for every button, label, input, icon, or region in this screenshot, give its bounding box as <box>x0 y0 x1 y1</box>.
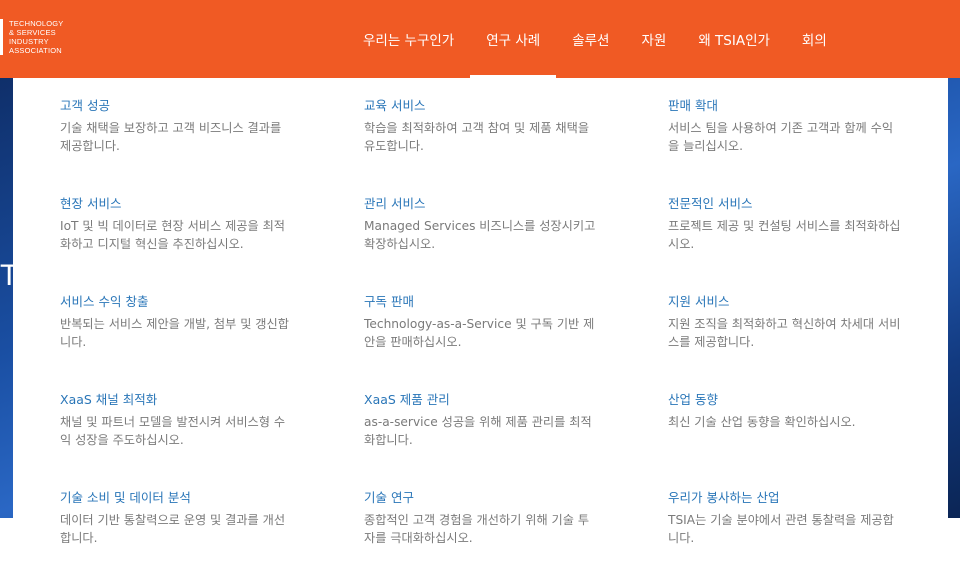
menu-item: 서비스 수익 창출 반복되는 서비스 제안을 개발, 첨부 및 갱신합니다. <box>60 293 296 391</box>
menu-item: 산업 동향 최신 기술 산업 동향을 확인하십시오. <box>668 391 904 489</box>
menu-item: 기술 소비 및 데이터 분석 데이터 기반 통찰력으로 운영 및 결과를 개선합… <box>60 489 296 580</box>
menu-item: 교육 서비스 학습을 최적화하여 고객 참여 및 제품 채택을 유도합니다. <box>364 97 600 195</box>
menu-item-description: 반복되는 서비스 제안을 개발, 첨부 및 갱신합니다. <box>60 317 289 349</box>
nav-item-who-we-are[interactable]: 우리는 누구인가 <box>347 0 470 78</box>
menu-item-link[interactable]: 기술 소비 및 데이터 분석 <box>60 489 296 507</box>
menu-item: XaaS 제품 관리 as-a-service 성공을 위해 제품 관리를 최적… <box>364 391 600 489</box>
menu-item-link[interactable]: 산업 동향 <box>668 391 904 409</box>
logo-line: ASSOCIATION <box>9 46 62 55</box>
menu-item-link[interactable]: 우리가 봉사하는 산업 <box>668 489 904 507</box>
logo-line: TECHNOLOGY <box>9 19 64 28</box>
menu-item-description: as-a-service 성공을 위해 제품 관리를 최적화합니다. <box>364 415 592 447</box>
menu-item-description: Technology-as-a-Service 및 구독 기반 제안을 판매하십… <box>364 317 595 349</box>
menu-item-description: 기술 채택을 보장하고 고객 비즈니스 결과를 제공합니다. <box>60 121 282 153</box>
menu-item-description: 종합적인 고객 경험을 개선하기 위해 기술 투자를 극대화하십시오. <box>364 513 590 545</box>
main-nav: 우리는 누구인가 연구 사례 솔루션 자원 왜 TSIA인가 회의 <box>347 0 843 78</box>
menu-item-description: 서비스 팀을 사용하여 기존 고객과 함께 수익을 늘리십시오. <box>668 121 894 153</box>
nav-item-conferences[interactable]: 회의 <box>786 0 843 78</box>
menu-item-description: IoT 및 빅 데이터로 현장 서비스 제공을 최적화하고 디지털 혁신을 추진… <box>60 219 286 251</box>
menu-item-link[interactable]: 현장 서비스 <box>60 195 296 213</box>
menu-item-description: 지원 조직을 최적화하고 혁신하여 차세대 서비스를 제공합니다. <box>668 317 901 349</box>
menu-item-description: TSIA는 기술 분야에서 관련 통찰력을 제공합니다. <box>668 513 894 545</box>
menu-item: 지원 서비스 지원 조직을 최적화하고 혁신하여 차세대 서비스를 제공합니다. <box>668 293 904 391</box>
menu-item: 판매 확대 서비스 팀을 사용하여 기존 고객과 함께 수익을 늘리십시오. <box>668 97 904 195</box>
menu-item-description: 채널 및 파트너 모델을 발전시켜 서비스형 수익 성장을 주도하십시오. <box>60 415 286 447</box>
hero-text-fragment: T <box>0 259 14 292</box>
menu-item-link[interactable]: 판매 확대 <box>668 97 904 115</box>
menu-item-description: 프로젝트 제공 및 컨설팅 서비스를 최적화하십시오. <box>668 219 901 251</box>
menu-item-link[interactable]: XaaS 제품 관리 <box>364 391 600 409</box>
menu-item-description: 데이터 기반 통찰력으로 운영 및 결과를 개선합니다. <box>60 513 286 545</box>
menu-item-link[interactable]: 교육 서비스 <box>364 97 600 115</box>
menu-item: 기술 연구 종합적인 고객 경험을 개선하기 위해 기술 투자를 극대화하십시오… <box>364 489 600 580</box>
nav-item-solutions[interactable]: 솔루션 <box>556 0 625 78</box>
nav-item-research[interactable]: 연구 사례 <box>470 0 557 78</box>
site-header: TECHNOLOGY & SERVICES INDUSTRY ASSOCIATI… <box>0 0 960 78</box>
mega-menu-grid: 고객 성공 기술 채택을 보장하고 고객 비즈니스 결과를 제공합니다. 교육 … <box>60 97 920 580</box>
nav-item-resources[interactable]: 자원 <box>625 0 682 78</box>
logo-wordmark: TECHNOLOGY & SERVICES INDUSTRY ASSOCIATI… <box>9 19 64 55</box>
menu-item-link[interactable]: 관리 서비스 <box>364 195 600 213</box>
menu-item-description: 최신 기술 산업 동향을 확인하십시오. <box>668 415 856 429</box>
menu-item-link[interactable]: 서비스 수익 창출 <box>60 293 296 311</box>
menu-item-link[interactable]: XaaS 채널 최적화 <box>60 391 296 409</box>
menu-item-link[interactable]: 구독 판매 <box>364 293 600 311</box>
menu-item-link[interactable]: 전문적인 서비스 <box>668 195 904 213</box>
menu-item: 현장 서비스 IoT 및 빅 데이터로 현장 서비스 제공을 최적화하고 디지털… <box>60 195 296 293</box>
menu-item: 고객 성공 기술 채택을 보장하고 고객 비즈니스 결과를 제공합니다. <box>60 97 296 195</box>
logo-line: & SERVICES <box>9 28 56 37</box>
menu-item-link[interactable]: 지원 서비스 <box>668 293 904 311</box>
menu-item: XaaS 채널 최적화 채널 및 파트너 모델을 발전시켜 서비스형 수익 성장… <box>60 391 296 489</box>
logo-line: INDUSTRY <box>9 37 49 46</box>
menu-item-description: Managed Services 비즈니스를 성장시키고 확장하십시오. <box>364 219 596 251</box>
menu-item-link[interactable]: 기술 연구 <box>364 489 600 507</box>
menu-item: 관리 서비스 Managed Services 비즈니스를 성장시키고 확장하십… <box>364 195 600 293</box>
mega-menu-dropdown: 고객 성공 기술 채택을 보장하고 고객 비즈니스 결과를 제공합니다. 교육 … <box>13 78 948 580</box>
menu-item-link[interactable]: 고객 성공 <box>60 97 296 115</box>
tsia-logo[interactable]: TECHNOLOGY & SERVICES INDUSTRY ASSOCIATI… <box>0 19 64 59</box>
menu-item: 구독 판매 Technology-as-a-Service 및 구독 기반 제안… <box>364 293 600 391</box>
menu-item: 우리가 봉사하는 산업 TSIA는 기술 분야에서 관련 통찰력을 제공합니다. <box>668 489 904 580</box>
menu-item-description: 학습을 최적화하여 고객 참여 및 제품 채택을 유도합니다. <box>364 121 590 153</box>
logo-bar <box>0 19 3 55</box>
menu-item: 전문적인 서비스 프로젝트 제공 및 컨설팅 서비스를 최적화하십시오. <box>668 195 904 293</box>
nav-item-why-tsia[interactable]: 왜 TSIA인가 <box>682 0 786 78</box>
